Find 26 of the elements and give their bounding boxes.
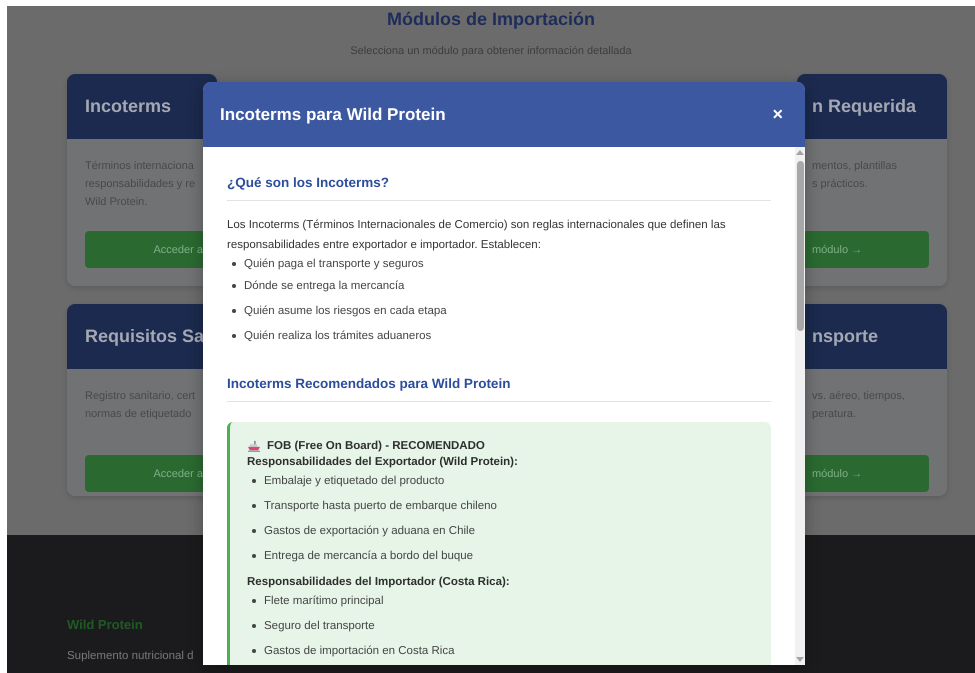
footer-text: Suplemento nutricional d [67,650,194,662]
section-heading: ¿Qué son los Incoterms? [227,175,771,201]
list-item: Quién asume los riesgos en cada etapa [244,304,447,316]
section-heading: Incoterms Recomendados para Wild Protein [227,376,771,402]
list-item: Flete marítimo principal [264,594,384,606]
list-item: Transporte hasta puerto de embarque chileno [264,500,497,512]
list-item: Quién realiza los trámites aduaneros [244,330,432,342]
card-title: n Requerida [797,74,947,139]
group-label: Responsabilidades del Exportador (Wild Protein): [247,456,519,468]
footer-brand: Wild Protein [67,617,143,632]
page-title: Módulos de Importación [386,9,595,30]
ship-icon [247,440,261,452]
scrollbar[interactable] [795,147,805,665]
card-title: Incoterms [67,74,217,139]
close-button[interactable]: × [768,104,787,125]
modal-title: Incoterms para Wild Protein [220,104,446,124]
paragraph: Los Incoterms (Términos Internacionales de Comercio) son reglas internacionales que definen las responsabilidades entre exportador e importador. Establecen: [227,218,727,253]
list-item: Gastos de exportación y aduana en Chile [264,524,475,536]
group-label: Responsabilidades del Importador (Costa Rica): [247,576,511,588]
list-item: Embalaje y etiquetado del producto [264,474,444,486]
list-item: Seguro del transporte [264,620,375,632]
list-item: Gastos de importación en Costa Rica [264,644,454,656]
list-item: Quién paga el transporte y seguros [244,258,424,270]
box-title: FOB (Free On Board) - RECOMENDADO [267,440,485,452]
list-item: Dónde se entrega la mercancía [244,280,404,292]
list-item: Entrega de mercancía a bordo del buque [264,550,474,562]
